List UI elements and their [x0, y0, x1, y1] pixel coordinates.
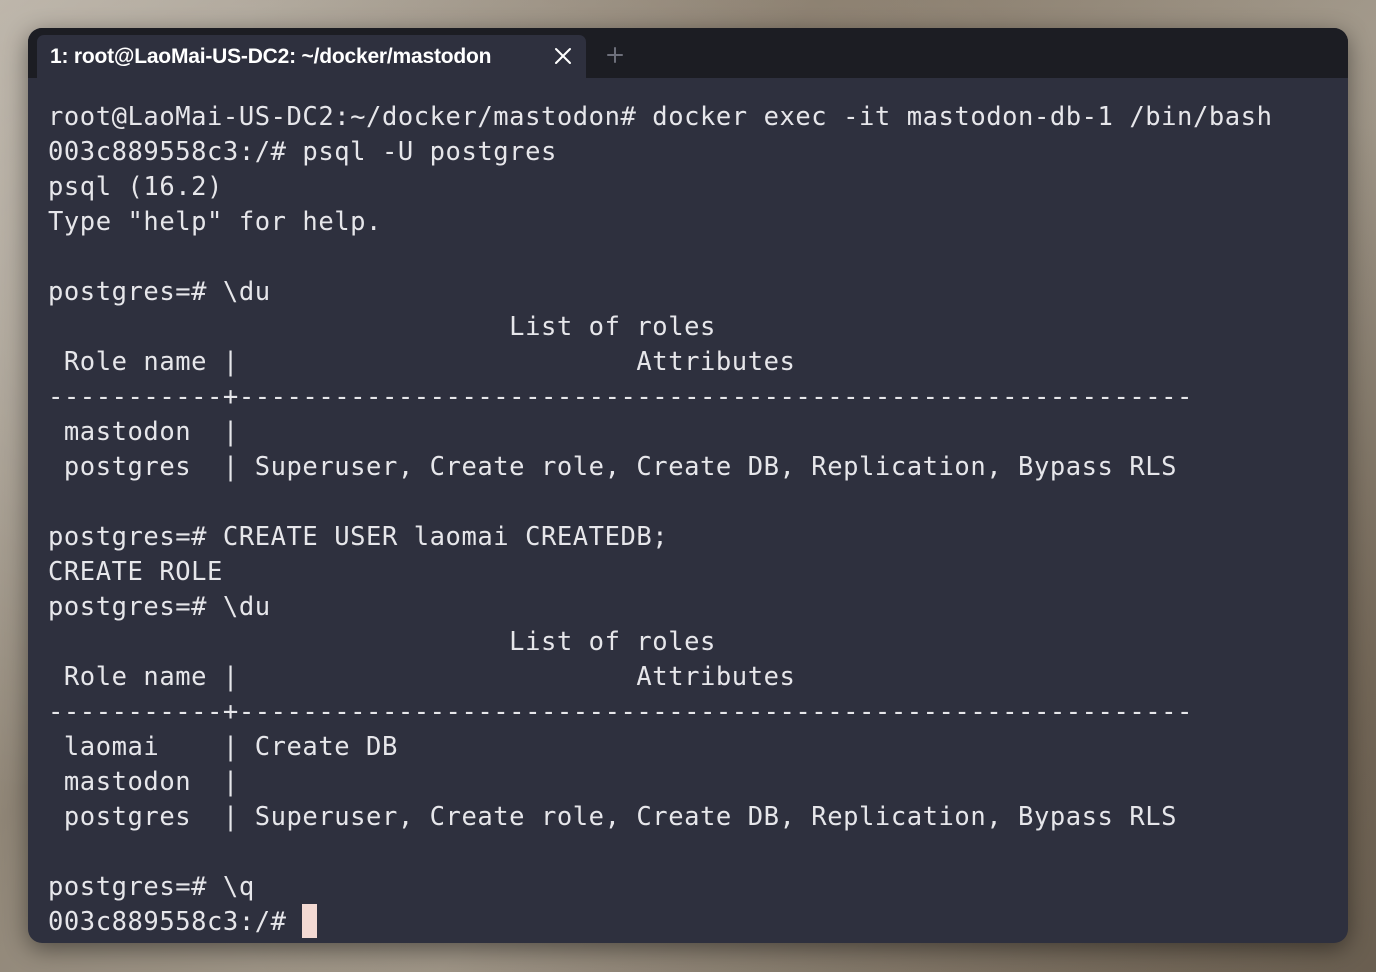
terminal-line: -----------+----------------------------… [48, 382, 1193, 412]
terminal-line: postgres=# \du [48, 592, 271, 622]
terminal-line: -----------+----------------------------… [48, 697, 1193, 727]
terminal-prompt: 003c889558c3:/# [48, 907, 303, 937]
terminal-line: Role name | Attributes [48, 347, 796, 377]
terminal-line: mastodon | [48, 417, 239, 447]
terminal-line: 003c889558c3:/# psql -U postgres [48, 137, 557, 167]
tab-title: 1: root@LaoMai-US-DC2: ~/docker/mastodon [50, 44, 492, 68]
terminal-line: laomai | Create DB [48, 732, 398, 762]
terminal-line: postgres=# CREATE USER laomai CREATEDB; [48, 522, 669, 552]
terminal-line: CREATE ROLE [48, 557, 223, 587]
tab-terminal-1[interactable]: 1: root@LaoMai-US-DC2: ~/docker/mastodon [37, 35, 586, 78]
terminal-prompt-line[interactable]: 003c889558c3:/# [48, 903, 1338, 940]
terminal-line: postgres=# \q [48, 872, 255, 902]
plus-icon[interactable] [603, 43, 627, 67]
terminal-line: Role name | Attributes [48, 662, 796, 692]
terminal-line: psql (16.2) [48, 172, 223, 202]
terminal-line: root@LaoMai-US-DC2:~/docker/mastodon# do… [48, 102, 1273, 132]
terminal-line: mastodon | [48, 767, 239, 797]
close-icon[interactable] [554, 47, 572, 65]
tab-bar: 1: root@LaoMai-US-DC2: ~/docker/mastodon [28, 28, 1348, 78]
terminal-line: Type "help" for help. [48, 207, 382, 237]
terminal-line: List of roles [48, 312, 716, 342]
terminal-window: 1: root@LaoMai-US-DC2: ~/docker/mastodon… [28, 28, 1348, 943]
terminal-cursor [302, 903, 318, 938]
terminal-line: postgres | Superuser, Create role, Creat… [48, 802, 1178, 832]
terminal-line: postgres=# \du [48, 277, 271, 307]
terminal-output[interactable]: root@LaoMai-US-DC2:~/docker/mastodon# do… [48, 100, 1338, 940]
terminal-line: postgres | Superuser, Create role, Creat… [48, 452, 1178, 482]
terminal-line: List of roles [48, 627, 716, 657]
